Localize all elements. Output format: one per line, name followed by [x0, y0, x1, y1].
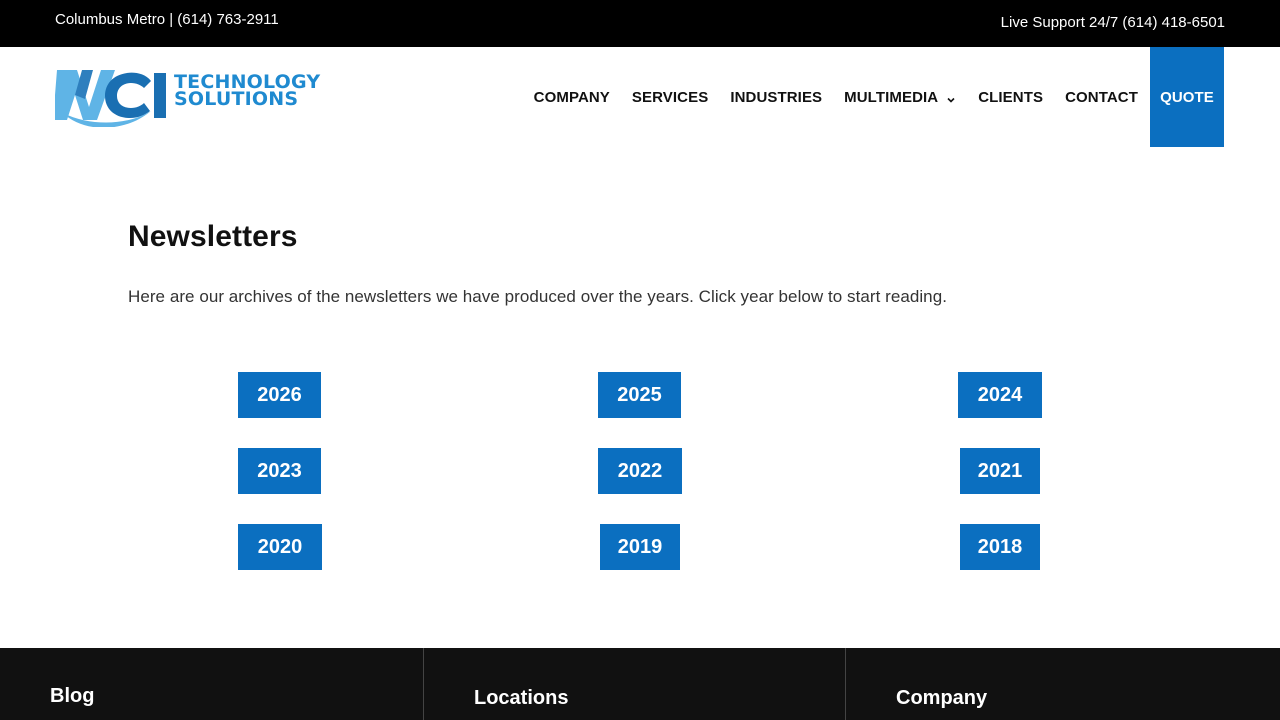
- nav-item-multimedia[interactable]: MULTIMEDIA: [833, 47, 967, 147]
- site-logo[interactable]: TECHNOLOGY SOLUTIONS: [55, 67, 320, 127]
- nav-label: INDUSTRIES: [730, 88, 823, 106]
- nav-item-company[interactable]: COMPANY: [523, 47, 621, 147]
- metro-phone-text[interactable]: Columbus Metro | (614) 763-2911: [55, 11, 279, 28]
- logo-wordmark: TECHNOLOGY SOLUTIONS: [174, 73, 320, 110]
- chevron-down-icon: [946, 92, 956, 103]
- site-footer: Blog Locations Company: [0, 648, 1280, 720]
- nav-item-clients[interactable]: CLIENTS: [967, 47, 1054, 147]
- main-nav: COMPANY SERVICES INDUSTRIES MULTIMEDIA C…: [523, 47, 1224, 147]
- nav-label: SERVICES: [631, 88, 709, 106]
- year-button-2022[interactable]: 2022: [598, 448, 682, 494]
- nav-label: CLIENTS: [978, 88, 1044, 106]
- year-button-2018[interactable]: 2018: [960, 524, 1040, 570]
- footer-column-company: Company: [845, 648, 1280, 720]
- nav-item-contact[interactable]: CONTACT: [1054, 47, 1149, 147]
- wci-logo-mark-icon: [55, 70, 166, 127]
- footer-column-locations: Locations: [423, 648, 845, 720]
- logo-line-2: SOLUTIONS: [174, 88, 299, 110]
- year-button-2020[interactable]: 2020: [238, 524, 322, 570]
- footer-heading-locations: Locations: [474, 687, 569, 709]
- support-phone-text[interactable]: Live Support 24/7 (614) 418-6501: [1001, 14, 1225, 31]
- nav-label: CONTACT: [1065, 88, 1138, 106]
- quote-button[interactable]: QUOTE: [1150, 47, 1224, 147]
- year-button-2019[interactable]: 2019: [600, 524, 680, 570]
- year-button-2023[interactable]: 2023: [238, 448, 321, 494]
- nav-item-industries[interactable]: INDUSTRIES: [719, 47, 833, 147]
- year-button-2025[interactable]: 2025: [598, 372, 681, 418]
- main-content: Newsletters Here are our archives of the…: [128, 220, 1152, 307]
- footer-column-blog: Blog: [0, 648, 423, 720]
- quote-label: QUOTE: [1160, 88, 1214, 106]
- year-button-2024[interactable]: 2024: [958, 372, 1042, 418]
- year-button-2026[interactable]: 2026: [238, 372, 321, 418]
- site-header: TECHNOLOGY SOLUTIONS COMPANY SERVICES IN…: [0, 47, 1280, 147]
- footer-heading-blog: Blog: [50, 685, 95, 707]
- nav-label: MULTIMEDIA: [844, 88, 939, 106]
- page-title: Newsletters: [128, 220, 298, 253]
- footer-heading-company: Company: [896, 687, 988, 709]
- intro-text: Here are our archives of the newsletters…: [128, 287, 947, 306]
- year-button-2021[interactable]: 2021: [960, 448, 1040, 494]
- nav-item-services[interactable]: SERVICES: [621, 47, 719, 147]
- nav-label: COMPANY: [533, 88, 610, 106]
- top-bar: Columbus Metro | (614) 763-2911 Live Sup…: [0, 0, 1280, 47]
